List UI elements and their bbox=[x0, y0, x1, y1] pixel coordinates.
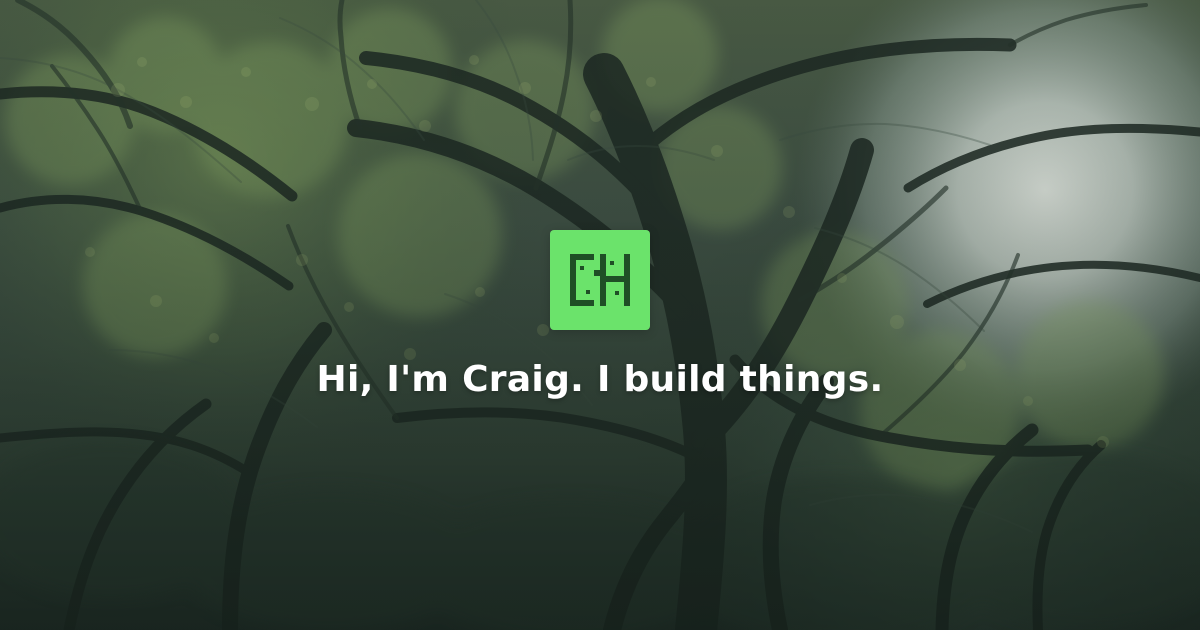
hero-card: Hi, I'm Craig. I build things. bbox=[0, 0, 1200, 630]
ch-logo-icon bbox=[550, 230, 650, 330]
hero-headline: Hi, I'm Craig. I build things. bbox=[316, 359, 884, 400]
